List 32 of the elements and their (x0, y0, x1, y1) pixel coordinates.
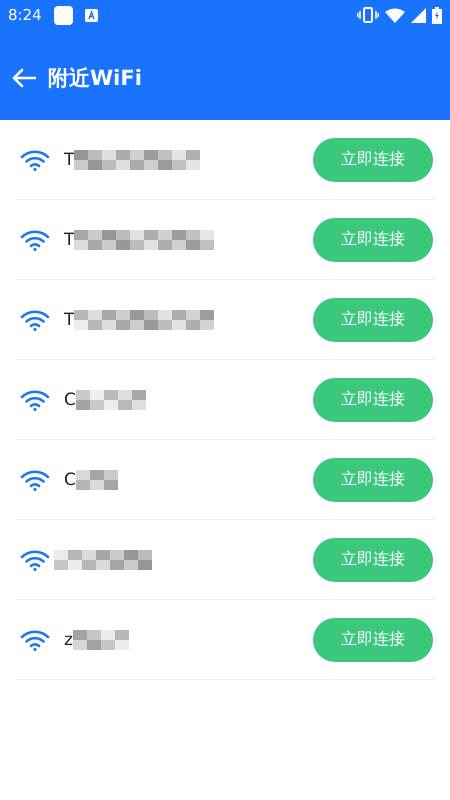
wifi-icon (20, 148, 50, 170)
wifi-icon (20, 228, 50, 250)
wifi-icon (20, 628, 50, 650)
pixelated-name-drawing (76, 390, 146, 410)
cell-signal-icon (411, 8, 426, 22)
network-name: T (64, 230, 74, 250)
page-title: 附近WiFi (48, 65, 142, 92)
network-name: T (64, 310, 74, 330)
wifi-icon (20, 548, 50, 570)
connect-button[interactable]: 立即连接 (313, 298, 433, 342)
pixelated-name-drawing (72, 630, 129, 650)
wifi-icon (20, 388, 50, 410)
network-name: T (64, 150, 74, 170)
connect-button[interactable]: 立即连接 (313, 618, 433, 662)
notification-icon (54, 6, 73, 24)
connect-button[interactable]: 立即连接 (313, 138, 433, 182)
network-name: C (64, 470, 76, 490)
vibrate-icon (357, 7, 379, 23)
wifi-signal-icon (385, 8, 405, 22)
connect-button[interactable]: 立即连接 (313, 538, 433, 582)
connect-button[interactable]: 立即连接 (313, 218, 433, 262)
pixelated-name-drawing (76, 470, 118, 490)
battery-icon (432, 6, 442, 24)
connect-button[interactable]: 立即连接 (313, 378, 433, 422)
back-icon[interactable] (12, 68, 36, 88)
wifi-icon (20, 308, 50, 330)
wifi-icon (20, 468, 50, 490)
network-name: C (64, 390, 76, 410)
app-notification-icon (84, 8, 98, 22)
network-name: z (64, 630, 73, 650)
status-time: 8:24 (8, 6, 42, 24)
connect-button[interactable]: 立即连接 (313, 458, 433, 502)
